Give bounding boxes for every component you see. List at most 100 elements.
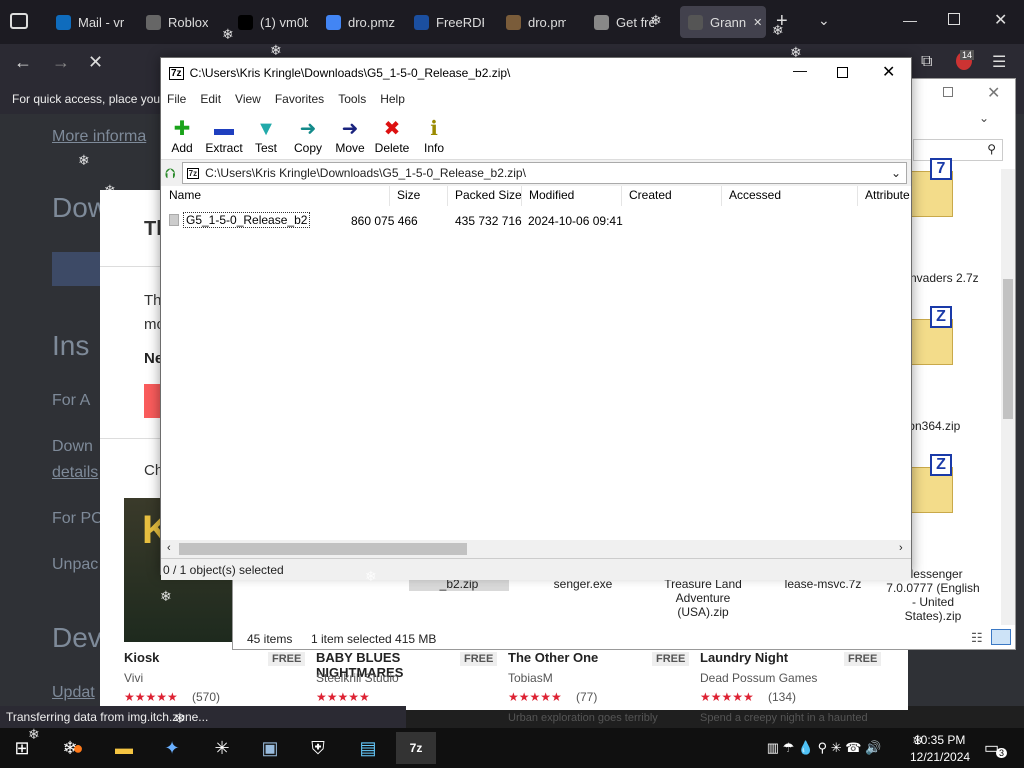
- tab-4[interactable]: FreeRDP: [414, 6, 484, 38]
- tab-3[interactable]: dro.pmz: [326, 6, 396, 38]
- rating-stars: ★★★★★: [124, 690, 178, 704]
- column-header-created[interactable]: Created: [629, 188, 672, 202]
- window-app-icon[interactable]: ▤: [348, 732, 388, 764]
- archive-file-icon[interactable]: Z: [909, 306, 953, 365]
- details-view-icon[interactable]: ☷: [971, 630, 983, 646]
- add-button[interactable]: ✚ Add: [161, 110, 203, 159]
- column-header-modified[interactable]: Modified: [529, 188, 574, 202]
- rating-stars: ★★★★★: [508, 690, 562, 704]
- menu-favorites[interactable]: Favorites: [275, 92, 324, 106]
- page-text-unpack: Unpac: [52, 556, 99, 573]
- more-info-link[interactable]: More informa: [52, 128, 146, 146]
- image-app-icon[interactable]: ▣: [250, 732, 290, 764]
- 7zip-taskbar-icon[interactable]: 7z: [396, 732, 436, 764]
- game-desc: Spend a creepy night in a haunted: [700, 712, 868, 724]
- row-name[interactable]: G5_1-5-0_Release_b2: [183, 212, 311, 228]
- 7zip-maximize-button[interactable]: [837, 67, 848, 78]
- up-folder-icon[interactable]: ⮉: [165, 165, 176, 182]
- column-header-attribute[interactable]: Attribute: [865, 188, 910, 202]
- column-header-size[interactable]: Size: [397, 188, 420, 202]
- game-author[interactable]: Steelkrill Studio: [316, 671, 399, 685]
- maximize-button[interactable]: [948, 13, 960, 25]
- snowflake-icon: ❄: [650, 12, 662, 28]
- address-field[interactable]: 7z C:\Users\Kris Kringle\Downloads\G5_1-…: [181, 162, 907, 184]
- tab-1[interactable]: Roblox: [146, 6, 208, 38]
- explorer-search-field[interactable]: ⚲: [913, 139, 1003, 161]
- chevron-down-icon[interactable]: ⌄: [979, 111, 989, 125]
- download-button[interactable]: [52, 252, 102, 286]
- game-title[interactable]: Kiosk: [124, 650, 264, 665]
- test-icon: ▼: [256, 118, 276, 140]
- extension-badge: 14: [960, 50, 975, 60]
- chevron-down-icon[interactable]: ⌄: [818, 12, 830, 29]
- details-link[interactable]: details: [52, 464, 98, 482]
- explorer-close-button[interactable]: ✕: [987, 83, 1000, 103]
- info-button[interactable]: ℹ Info: [413, 110, 455, 159]
- column-header-packed-size[interactable]: Packed Size: [455, 188, 522, 202]
- game-author[interactable]: Vivi: [124, 671, 143, 685]
- updates-link[interactable]: Updat: [52, 684, 95, 702]
- snowflake-icon: ❄: [790, 330, 802, 346]
- game-author[interactable]: TobiasM: [508, 671, 553, 685]
- tab-list-icon[interactable]: [10, 13, 28, 29]
- tab-6[interactable]: Get fre: [594, 6, 654, 38]
- firefox-icon[interactable]: ●: [58, 732, 98, 764]
- tab-2[interactable]: (1) vm0b: [238, 6, 308, 38]
- menu-help[interactable]: Help: [380, 92, 405, 106]
- back-button[interactable]: ←: [14, 52, 32, 73]
- chevron-down-icon[interactable]: ⌄: [891, 166, 901, 180]
- explorer-status-items: 45 items: [247, 632, 293, 646]
- page-text-download: Down: [52, 438, 93, 455]
- scroll-right-icon[interactable]: ›: [899, 542, 903, 554]
- move-button[interactable]: ➜ Move: [329, 110, 371, 159]
- close-window-button[interactable]: ✕: [994, 10, 1007, 30]
- rating-count: (134): [768, 690, 797, 704]
- 7zip-status: 0 / 1 object(s) selected: [161, 558, 911, 580]
- close-tab-icon[interactable]: ✕: [753, 16, 762, 29]
- 7zip-close-button[interactable]: ✕: [882, 62, 895, 82]
- game-author[interactable]: Dead Possum Games: [700, 671, 817, 685]
- tab-label: Get fre: [616, 14, 654, 30]
- column-header-name[interactable]: Name: [169, 188, 201, 202]
- menu-icon[interactable]: ☰: [992, 52, 1006, 72]
- page-heading-dev: Dev: [52, 622, 102, 653]
- menu-file[interactable]: File: [167, 92, 186, 106]
- 7zip-minimize-button[interactable]: —: [793, 62, 807, 78]
- shield-icon[interactable]: ⛨: [298, 732, 338, 764]
- copy-icon: ➜: [299, 118, 317, 140]
- snowflake-icon: ❄: [880, 620, 892, 636]
- copy-button[interactable]: ➜ Copy: [287, 110, 329, 159]
- tab-5[interactable]: dro.pm/: [506, 6, 566, 38]
- tray-icons[interactable]: ▥ ☂ 💧 ⚲ ✳ ☎ 🔊: [744, 732, 904, 764]
- stop-button[interactable]: ✕: [88, 52, 103, 73]
- extensions-icon[interactable]: ⧉: [921, 53, 932, 71]
- forward-button[interactable]: →: [52, 52, 70, 73]
- scroll-left-icon[interactable]: ‹: [167, 542, 171, 554]
- clock-date[interactable]: 12/21/2024: [910, 750, 970, 764]
- file-icon: [506, 14, 521, 30]
- app-icon[interactable]: ✦: [152, 732, 192, 764]
- menu-tools[interactable]: Tools: [338, 92, 366, 106]
- column-header-accessed[interactable]: Accessed: [729, 188, 781, 202]
- archive-file-icon[interactable]: Z: [909, 454, 953, 513]
- snowflake-icon: ❄: [78, 152, 90, 168]
- delete-button[interactable]: ✖ Delete: [371, 110, 413, 159]
- asterisk-app-icon[interactable]: ✳: [202, 732, 242, 764]
- tab-7[interactable]: Grann ✕: [680, 6, 766, 38]
- 7zip-window: 7z C:\Users\Kris Kringle\Downloads\G5_1-…: [160, 57, 912, 580]
- file-label[interactable]: Treasure Land Adventure (USA).zip: [653, 577, 753, 619]
- tab-0[interactable]: Mail - vr: [56, 6, 128, 38]
- game-title[interactable]: The Other One: [508, 650, 648, 665]
- menu-edit[interactable]: Edit: [200, 92, 221, 106]
- test-button[interactable]: ▼ Test: [245, 110, 287, 159]
- explorer-maximize-button[interactable]: [943, 87, 953, 97]
- menu-view[interactable]: View: [235, 92, 261, 106]
- explorer-scrollbar[interactable]: [1001, 169, 1015, 625]
- horizontal-scrollbar[interactable]: ‹ ›: [161, 540, 911, 558]
- archive-file-icon[interactable]: 7: [909, 158, 953, 217]
- folder-icon[interactable]: ▬: [104, 732, 144, 764]
- tiles-view-icon[interactable]: [991, 629, 1011, 645]
- game-title[interactable]: Laundry Night: [700, 650, 840, 665]
- extract-button[interactable]: ▬ Extract: [203, 110, 245, 159]
- minimize-button[interactable]: —: [903, 12, 917, 28]
